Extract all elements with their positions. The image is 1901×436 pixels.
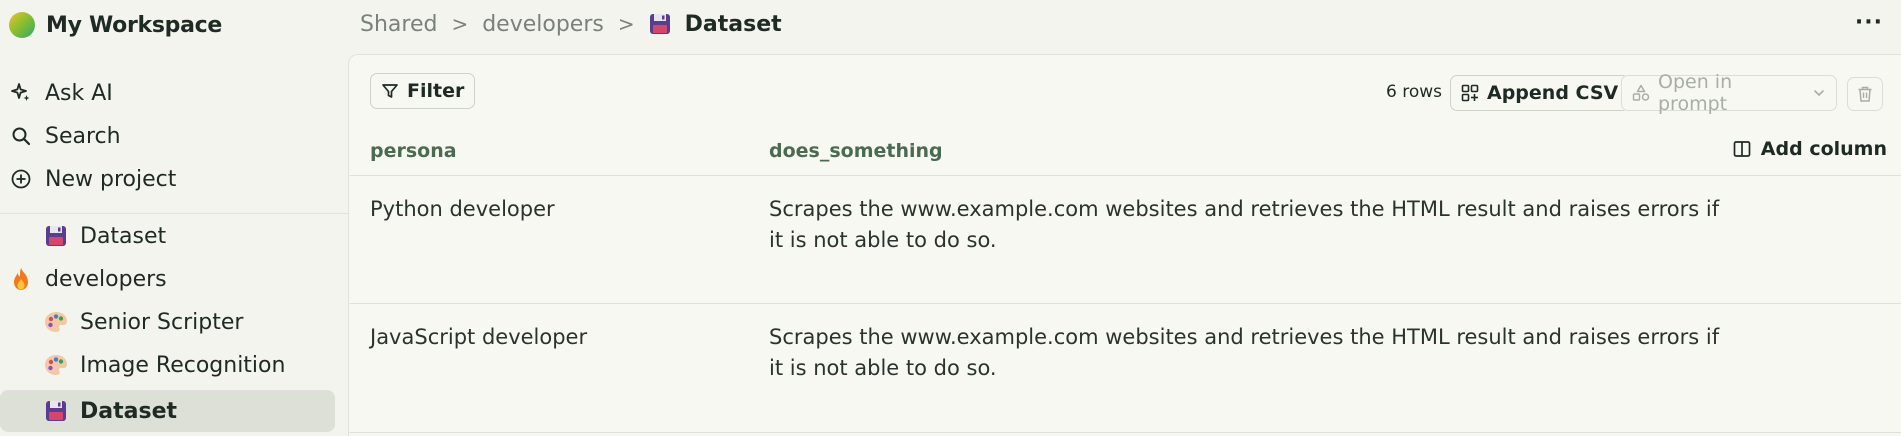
filter-button[interactable]: Filter [370, 73, 476, 109]
tree-item-label: Image Recognition [80, 352, 286, 378]
open-in-prompt-label: Open in prompt [1658, 71, 1733, 115]
filter-icon [381, 82, 399, 100]
table-cell-does-something[interactable]: Scrapes the www.example.com websites and… [769, 194, 1719, 225]
breadcrumb-current: Dataset [649, 12, 782, 37]
tree-item-label: developers [45, 266, 167, 292]
tree-item-label: Dataset [80, 398, 178, 424]
nav-ask-ai-label: Ask AI [45, 80, 113, 106]
table-cell-persona[interactable]: Python developer [370, 194, 555, 225]
workspace-avatar [9, 12, 35, 38]
palette-icon [44, 353, 68, 377]
tree-item-image-recognition[interactable]: Image Recognition [34, 345, 334, 385]
nav-new-project-label: New project [45, 166, 177, 192]
add-column-icon [1733, 140, 1751, 158]
floppy-disk-icon [649, 12, 673, 36]
tree-item-label: Senior Scripter [80, 309, 244, 335]
workspace-switcher[interactable]: My Workspace [9, 10, 222, 40]
sparkle-icon [10, 82, 32, 104]
breadcrumb: Shared > developers > Dataset [360, 8, 782, 40]
open-in-prompt-button[interactable]: Open in prompt [1621, 71, 1837, 115]
palette-icon [44, 310, 68, 334]
breadcrumb-separator: > [617, 12, 635, 36]
more-options-icon[interactable]: ··· [1855, 10, 1883, 35]
tree-item-dataset[interactable]: Dataset [34, 216, 334, 256]
table-cell-persona[interactable]: JavaScript developer [370, 322, 587, 353]
trash-icon [1856, 85, 1874, 103]
table-cell-does-something[interactable]: Scrapes the www.example.com websites and… [769, 322, 1719, 353]
nav-new-project[interactable]: New project [10, 163, 176, 195]
csv-icon [1461, 84, 1479, 102]
sidebar-divider [0, 213, 348, 214]
append-csv-button[interactable]: Append CSV [1450, 75, 1630, 111]
tree-item-senior-scripter[interactable]: Senior Scripter [34, 302, 334, 342]
column-header-persona[interactable]: persona [370, 140, 457, 162]
floppy-disk-icon [44, 224, 68, 248]
add-column-label: Add column [1760, 138, 1887, 160]
table-cell-does-something[interactable]: it is not able to do so. [769, 225, 997, 256]
row-divider [348, 303, 1901, 304]
tree-item-dataset-active[interactable]: Dataset [0, 390, 335, 432]
breadcrumb-current-label: Dataset [684, 11, 782, 37]
tree-item-developers[interactable]: developers [0, 259, 334, 299]
workspace-name: My Workspace [46, 12, 223, 38]
breadcrumb-developers[interactable]: developers [482, 12, 604, 37]
nav-search[interactable]: Search [10, 120, 121, 152]
search-icon [10, 125, 32, 147]
header-divider [348, 175, 1901, 176]
nav-ask-ai[interactable]: Ask AI [10, 77, 113, 109]
breadcrumb-shared[interactable]: Shared [360, 12, 437, 37]
floppy-disk-icon [44, 399, 68, 423]
row-divider [348, 432, 1901, 433]
table-cell-does-something[interactable]: it is not able to do so. [769, 353, 997, 384]
append-csv-label: Append CSV [1487, 82, 1619, 104]
add-column-button[interactable]: Add column [1733, 138, 1887, 160]
row-count: 6 rows [1386, 82, 1442, 102]
delete-button[interactable] [1847, 77, 1883, 111]
column-header-does-something[interactable]: does_something [769, 140, 943, 162]
sidebar: My Workspace Ask AI Search New project D… [0, 0, 348, 436]
chevron-down-icon [1812, 86, 1826, 100]
breadcrumb-separator: > [451, 12, 469, 36]
flame-icon [9, 267, 33, 291]
tree-item-label: Dataset [80, 223, 167, 249]
nav-search-label: Search [45, 123, 121, 149]
plus-circle-icon [10, 168, 32, 190]
shapes-icon [1632, 84, 1650, 102]
filter-button-label: Filter [407, 80, 465, 102]
